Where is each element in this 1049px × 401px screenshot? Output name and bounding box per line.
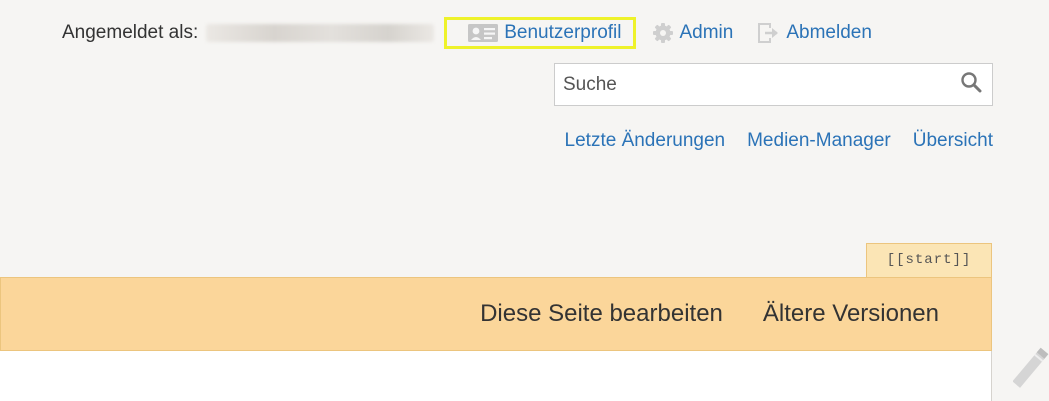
sitemap-link[interactable]: Übersicht bbox=[913, 130, 993, 152]
site-tools: Letzte Änderungen Medien-Manager Übersic… bbox=[565, 130, 993, 152]
media-manager-link[interactable]: Medien-Manager bbox=[747, 130, 891, 152]
profile-card-icon bbox=[467, 23, 499, 43]
search-button[interactable] bbox=[950, 64, 992, 105]
page-tools-bar: Diese Seite bearbeiten Ältere Versionen bbox=[0, 277, 992, 351]
search-input[interactable] bbox=[555, 64, 950, 105]
admin-link[interactable]: Admin bbox=[652, 22, 733, 44]
logout-arrow-icon bbox=[757, 22, 781, 44]
username-redacted bbox=[206, 24, 435, 42]
pencil-icon[interactable] bbox=[1012, 344, 1049, 395]
profile-link[interactable]: Benutzerprofil bbox=[467, 22, 621, 44]
profile-highlight-box: Benutzerprofil bbox=[444, 17, 637, 49]
logged-in-label: Angemeldet als: bbox=[62, 22, 199, 43]
old-revisions-link[interactable]: Ältere Versionen bbox=[763, 300, 939, 328]
search-box bbox=[554, 63, 993, 106]
recent-changes-link[interactable]: Letzte Änderungen bbox=[565, 130, 726, 152]
search-icon bbox=[960, 71, 982, 98]
logout-link[interactable]: Abmelden bbox=[757, 22, 872, 44]
logout-link-label: Abmelden bbox=[786, 22, 872, 43]
page-id-badge: [[start]] bbox=[866, 243, 992, 277]
edit-page-link[interactable]: Diese Seite bearbeiten bbox=[480, 300, 723, 328]
gear-icon bbox=[652, 22, 674, 44]
profile-link-label: Benutzerprofil bbox=[504, 22, 622, 43]
page-content bbox=[0, 351, 992, 401]
admin-link-label: Admin bbox=[679, 22, 734, 43]
user-bar: Angemeldet als: Benutzerprofil Admin Abm… bbox=[62, 17, 997, 49]
